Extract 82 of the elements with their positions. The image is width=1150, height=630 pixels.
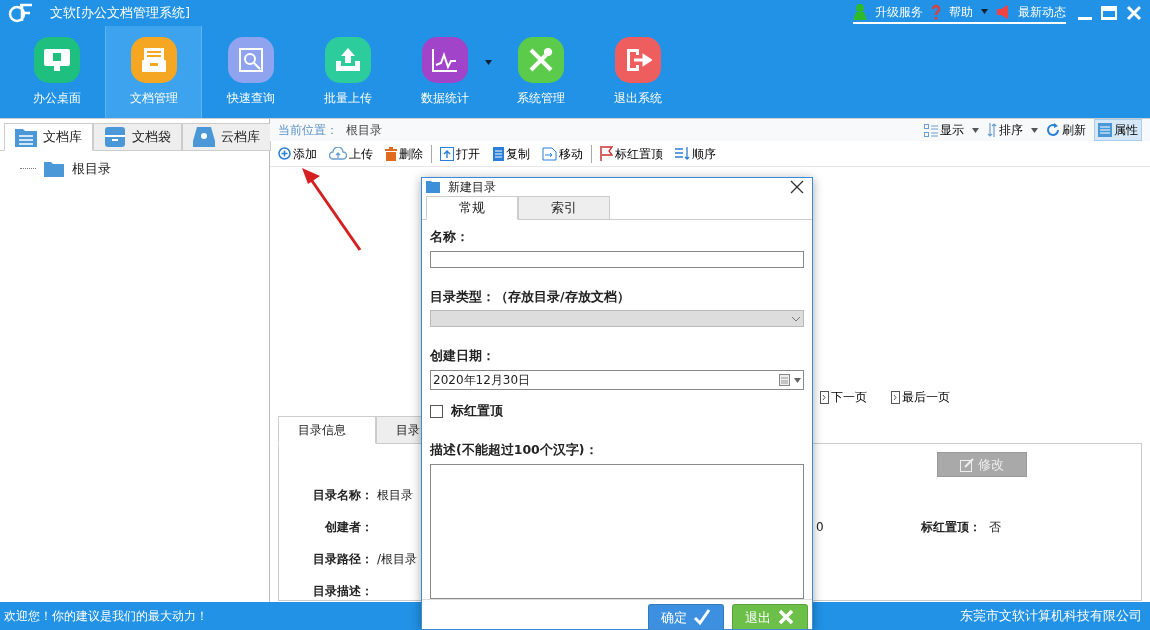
detail-value: /根目录 (377, 552, 418, 566)
field-label: 描述(不能超过100个汉字)： (430, 440, 599, 459)
toolbar-button[interactable]: 打开 (436, 142, 484, 165)
chevron-icon (791, 315, 801, 322)
field-label: 目录类型：（存放目录/存放文档） (430, 287, 631, 306)
pager-link[interactable]: 最后一页 (887, 386, 954, 408)
date-field[interactable]: 2020年12月30日 (430, 370, 804, 391)
detail-label: 目录描述： (312, 583, 373, 600)
monitor-icon (42, 47, 71, 73)
line-chart-icon (430, 47, 459, 73)
toolbar-button[interactable]: 上传 (325, 142, 377, 165)
trash-icon (385, 146, 397, 161)
dialog-title: 新建目录 (448, 179, 496, 196)
name-field[interactable] (430, 250, 804, 268)
calendar-icon (779, 374, 790, 387)
detail-label: 目录路径： (312, 551, 373, 568)
folder-icon (15, 127, 37, 147)
drawer-icon (140, 47, 167, 73)
toolbar-button[interactable]: 移动 (538, 142, 587, 165)
pager-link[interactable]: 下一页 (816, 386, 871, 408)
toolbar-button[interactable]: 删除 (381, 142, 427, 165)
breadcrumb-value: 根目录 (346, 122, 382, 139)
sort-icon (675, 147, 690, 160)
detail-value: 否 (989, 519, 1002, 536)
view-tool-button[interactable]: 排序 (983, 119, 1027, 141)
caret-icon (794, 377, 801, 383)
view-tool-button[interactable]: 刷新 (1042, 119, 1090, 141)
open-icon (440, 146, 454, 161)
detail-label: 目录名称： (312, 487, 373, 504)
page-icon (891, 390, 900, 404)
check-icon (693, 608, 711, 626)
cloud-upload-icon (329, 147, 347, 160)
field-label: 创建日期： (430, 347, 496, 366)
list-view-icon (924, 123, 938, 137)
library-tab[interactable]: 云档库 (182, 123, 271, 151)
folder-icon (426, 181, 440, 193)
detail-value: 根目录 (377, 488, 413, 502)
company-name: 东莞市文软计算机科技有限公司 (960, 607, 1142, 626)
detail-label: 标红置顶： (921, 519, 981, 536)
detail-label: 创建者： (324, 519, 373, 536)
dialog-tab[interactable]: 索引 (518, 196, 610, 220)
app-logo-icon (8, 3, 34, 23)
view-tool-button[interactable]: 显示 (920, 119, 968, 141)
library-tab[interactable]: 文档袋 (93, 123, 182, 151)
page-icon (820, 390, 829, 404)
library-tab[interactable]: 文档库 (4, 123, 93, 151)
pencil-icon (960, 457, 974, 472)
cross-icon (777, 608, 795, 626)
toolbar-button[interactable]: 顺序 (671, 142, 720, 165)
status-message: 欢迎您！你的建议是我们的最大动力！ (4, 608, 208, 625)
flag-icon (600, 146, 613, 161)
window-title: 文软[办公文档管理系统] (50, 4, 191, 23)
toolbar-button[interactable]: 复制 (488, 142, 534, 165)
view-tool-button[interactable]: 属性 (1094, 119, 1142, 141)
description-field[interactable] (430, 463, 804, 599)
maximize-icon (1100, 5, 1118, 21)
toolbar-button[interactable]: 标红置顶 (596, 142, 667, 165)
move-icon (542, 146, 557, 161)
minimize-icon (1078, 16, 1092, 20)
folder-icon (44, 160, 64, 177)
detail-value: 0 (816, 520, 824, 534)
sort-icon (987, 123, 997, 137)
box-icon (104, 127, 126, 147)
tree-item[interactable]: 根目录 (72, 159, 111, 179)
question-icon (931, 3, 941, 20)
upload-icon (333, 47, 362, 73)
document-icon (492, 146, 504, 161)
dialog-tab[interactable]: 常规 (426, 196, 518, 220)
list-icon (1098, 123, 1112, 137)
breadcrumb-label: 当前位置： (278, 122, 338, 139)
close-icon (790, 180, 804, 194)
refresh-icon (1046, 123, 1060, 137)
plus-icon (278, 147, 291, 160)
detail-tab[interactable]: 目录信息 (278, 416, 376, 444)
field-label: 名称： (430, 228, 470, 246)
search-icon (237, 47, 264, 73)
checkbox[interactable] (430, 405, 443, 419)
person-icon (853, 3, 867, 20)
megaphone-icon (996, 4, 1010, 19)
checkbox-label: 标红置顶 (451, 402, 503, 421)
toolbar-button[interactable]: 添加 (274, 142, 321, 165)
close-icon (1126, 5, 1142, 21)
